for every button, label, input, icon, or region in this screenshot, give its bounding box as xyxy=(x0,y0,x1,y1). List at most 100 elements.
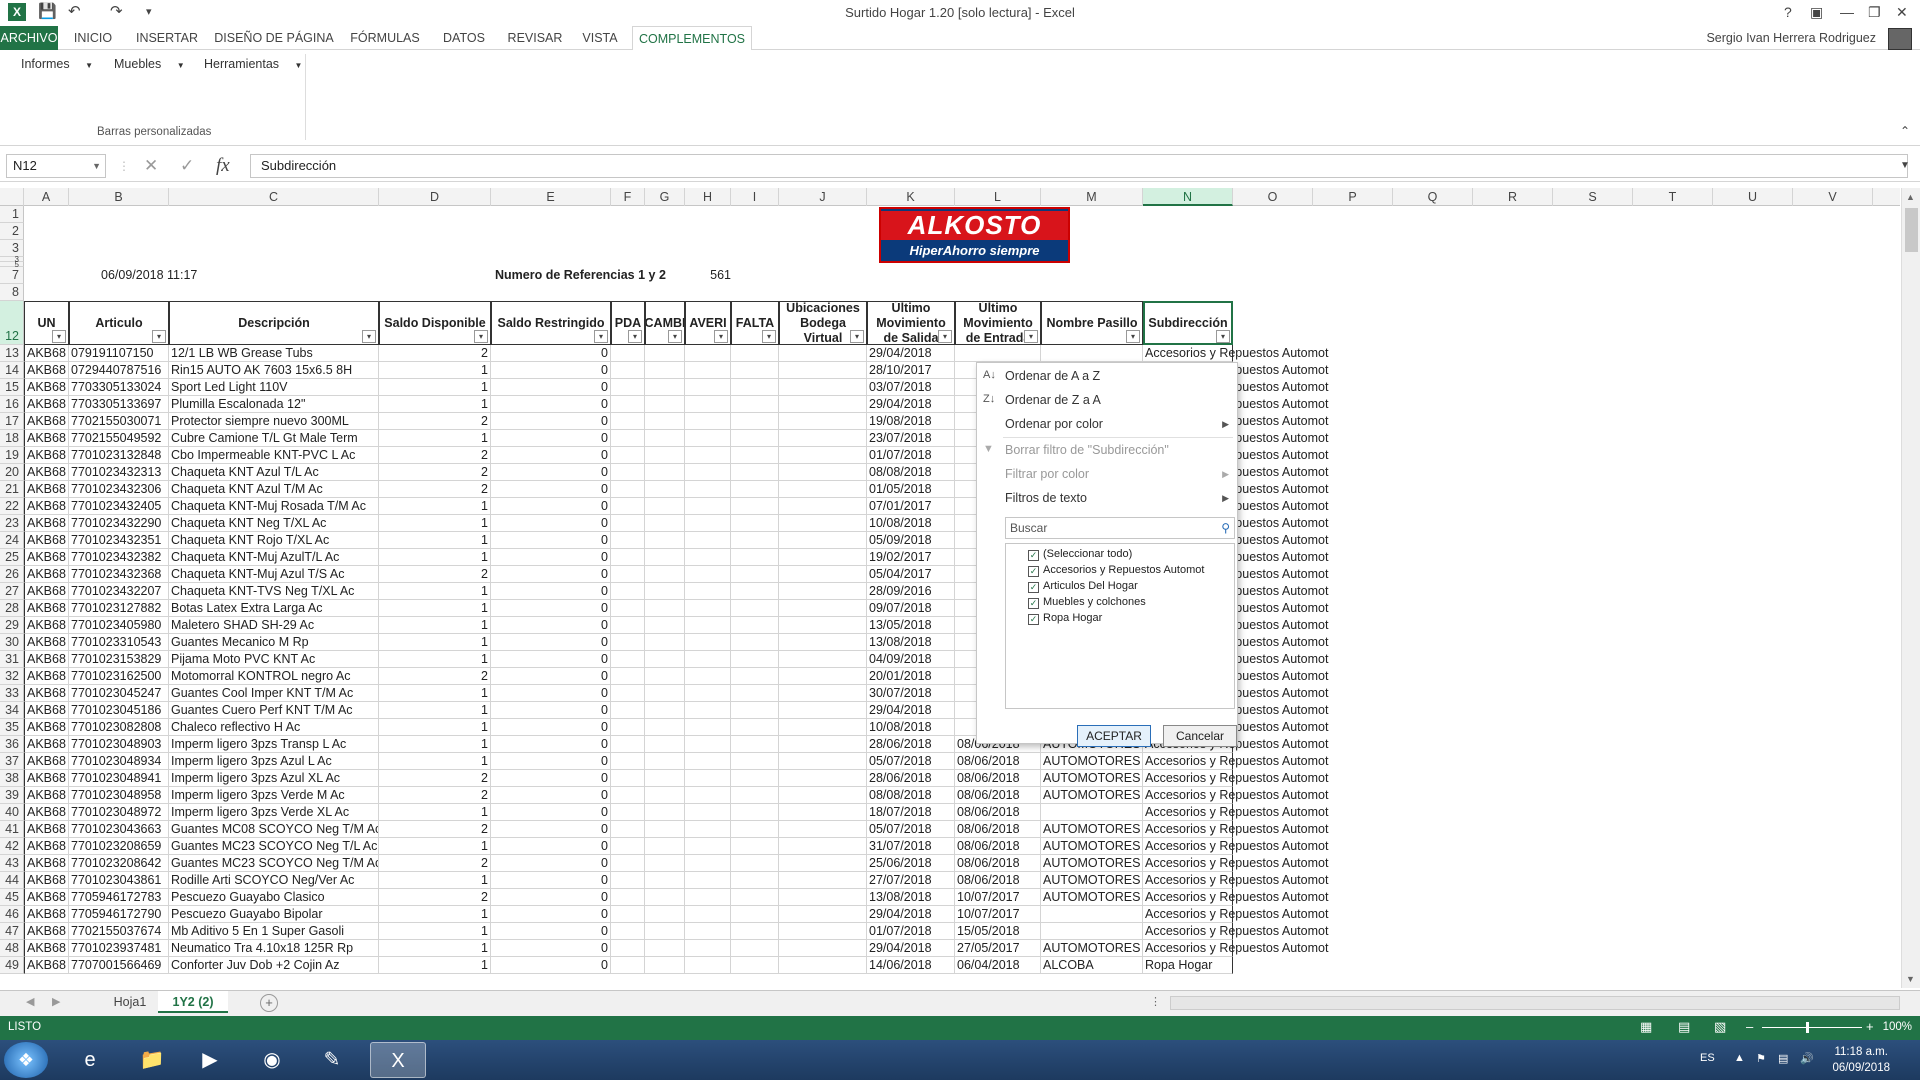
column-title-cell[interactable]: Descripción xyxy=(169,301,379,345)
table-cell[interactable]: Accesorios y Repuestos Automot xyxy=(1143,855,1328,872)
table-cell[interactable]: 7705946172790 xyxy=(69,906,169,923)
table-cell[interactable]: 7701023132848 xyxy=(69,447,169,464)
table-cell[interactable]: 1 xyxy=(379,702,491,719)
table-cell[interactable]: 10/08/2018 xyxy=(867,515,955,532)
table-cell[interactable]: Accesorios y Repuestos Automot xyxy=(1143,787,1328,804)
zoom-slider-handle[interactable] xyxy=(1806,1022,1809,1033)
sheet-tab-1y2-2[interactable]: 1Y2 (2) xyxy=(158,991,228,1013)
table-cell[interactable] xyxy=(779,906,867,923)
table-cell[interactable] xyxy=(731,617,779,634)
table-cell[interactable] xyxy=(731,770,779,787)
table-cell[interactable]: AKB68 xyxy=(24,906,69,923)
table-cell[interactable] xyxy=(685,906,731,923)
filter-search-input[interactable]: Buscar ⚲ xyxy=(1005,517,1235,539)
table-cell[interactable]: 0 xyxy=(491,464,611,481)
table-cell[interactable] xyxy=(611,464,645,481)
row-header[interactable]: 30 xyxy=(0,634,24,651)
table-cell[interactable] xyxy=(779,464,867,481)
table-cell[interactable] xyxy=(731,940,779,957)
table-cell[interactable] xyxy=(611,821,645,838)
table-cell[interactable]: 7701023208659 xyxy=(69,838,169,855)
table-cell[interactable] xyxy=(1041,345,1143,362)
table-cell[interactable]: 2 xyxy=(379,447,491,464)
table-cell[interactable] xyxy=(685,515,731,532)
column-header-f[interactable]: F xyxy=(611,188,645,206)
scroll-up-icon[interactable]: ▲ xyxy=(1906,192,1915,202)
table-cell[interactable]: 7701023432368 xyxy=(69,566,169,583)
table-cell[interactable] xyxy=(685,753,731,770)
row-header[interactable]: 29 xyxy=(0,617,24,634)
table-cell[interactable]: AKB68 xyxy=(24,549,69,566)
table-cell[interactable]: 1 xyxy=(379,736,491,753)
row-header[interactable]: 7 xyxy=(0,267,24,284)
table-cell[interactable] xyxy=(685,821,731,838)
table-cell[interactable] xyxy=(685,957,731,974)
table-cell[interactable]: Accesorios y Repuestos Automot xyxy=(1143,923,1328,940)
column-header-r[interactable]: R xyxy=(1473,188,1553,206)
tab-revisar[interactable]: REVISAR xyxy=(502,26,568,50)
sheet-tab-hoja1[interactable]: Hoja1 xyxy=(104,991,156,1013)
table-cell[interactable]: AKB68 xyxy=(24,362,69,379)
table-cell[interactable]: 7701023045186 xyxy=(69,702,169,719)
table-cell[interactable] xyxy=(779,753,867,770)
table-cell[interactable] xyxy=(685,736,731,753)
file-explorer-icon[interactable]: 📁 xyxy=(124,1042,180,1078)
table-cell[interactable] xyxy=(645,872,685,889)
table-cell[interactable]: 09/07/2018 xyxy=(867,600,955,617)
filter-dropdown-icon[interactable]: ▾ xyxy=(1024,330,1038,343)
table-cell[interactable]: 13/05/2018 xyxy=(867,617,955,634)
table-cell[interactable] xyxy=(731,821,779,838)
table-cell[interactable]: Accesorios y Repuestos Automot xyxy=(1143,770,1328,787)
table-cell[interactable] xyxy=(645,583,685,600)
table-cell[interactable]: Accesorios y Repuestos Automot xyxy=(1143,838,1328,855)
table-cell[interactable] xyxy=(685,668,731,685)
table-cell[interactable] xyxy=(685,702,731,719)
table-cell[interactable]: 1 xyxy=(379,362,491,379)
row-header[interactable]: 2 xyxy=(0,223,24,240)
table-cell[interactable]: AKB68 xyxy=(24,600,69,617)
row-header[interactable]: 33 xyxy=(0,685,24,702)
filter-dropdown-icon[interactable]: ▾ xyxy=(362,330,376,343)
scrollbar-thumb[interactable] xyxy=(1905,208,1918,252)
table-cell[interactable]: 0 xyxy=(491,685,611,702)
row-header[interactable]: 15 xyxy=(0,379,24,396)
table-cell[interactable]: 08/06/2018 xyxy=(955,821,1041,838)
table-cell[interactable] xyxy=(731,396,779,413)
table-cell[interactable]: 10/07/2017 xyxy=(955,906,1041,923)
table-cell[interactable]: 0 xyxy=(491,906,611,923)
table-cell[interactable]: AKB68 xyxy=(24,940,69,957)
table-cell[interactable]: AKB68 xyxy=(24,719,69,736)
table-cell[interactable]: 7701023208642 xyxy=(69,855,169,872)
informes-menu-button[interactable]: Informes ▼ xyxy=(21,57,93,71)
table-cell[interactable]: 18/07/2018 xyxy=(867,804,955,821)
table-cell[interactable] xyxy=(645,634,685,651)
filter-dropdown-icon[interactable]: ▾ xyxy=(762,330,776,343)
table-cell[interactable] xyxy=(779,481,867,498)
table-cell[interactable]: Accesorios y Repuestos Automot xyxy=(1143,872,1328,889)
table-cell[interactable] xyxy=(1041,804,1143,821)
table-cell[interactable] xyxy=(779,549,867,566)
volume-icon[interactable]: 🔊 xyxy=(1800,1052,1814,1065)
table-cell[interactable] xyxy=(1041,906,1143,923)
table-cell[interactable]: 27/07/2018 xyxy=(867,872,955,889)
table-cell[interactable] xyxy=(731,379,779,396)
table-cell[interactable]: Plumilla Escalonada 12" xyxy=(169,396,379,413)
next-sheet-icon[interactable]: ▶ xyxy=(52,995,60,1008)
table-cell[interactable]: 03/07/2018 xyxy=(867,379,955,396)
row-header[interactable]: 19 xyxy=(0,447,24,464)
table-cell[interactable] xyxy=(685,498,731,515)
table-cell[interactable]: 7701023432207 xyxy=(69,583,169,600)
expand-formula-bar-icon[interactable]: ▼ xyxy=(1900,154,1910,178)
table-cell[interactable]: AKB68 xyxy=(24,787,69,804)
row-header[interactable]: 36 xyxy=(0,736,24,753)
table-cell[interactable]: 7701023310543 xyxy=(69,634,169,651)
column-header-v[interactable]: V xyxy=(1793,188,1873,206)
table-cell[interactable] xyxy=(645,379,685,396)
table-cell[interactable] xyxy=(779,685,867,702)
table-cell[interactable] xyxy=(611,430,645,447)
table-cell[interactable] xyxy=(685,872,731,889)
table-cell[interactable] xyxy=(685,583,731,600)
table-cell[interactable]: 7701023048941 xyxy=(69,770,169,787)
table-cell[interactable]: 05/07/2018 xyxy=(867,753,955,770)
tab-datos[interactable]: DATOS xyxy=(434,26,494,50)
